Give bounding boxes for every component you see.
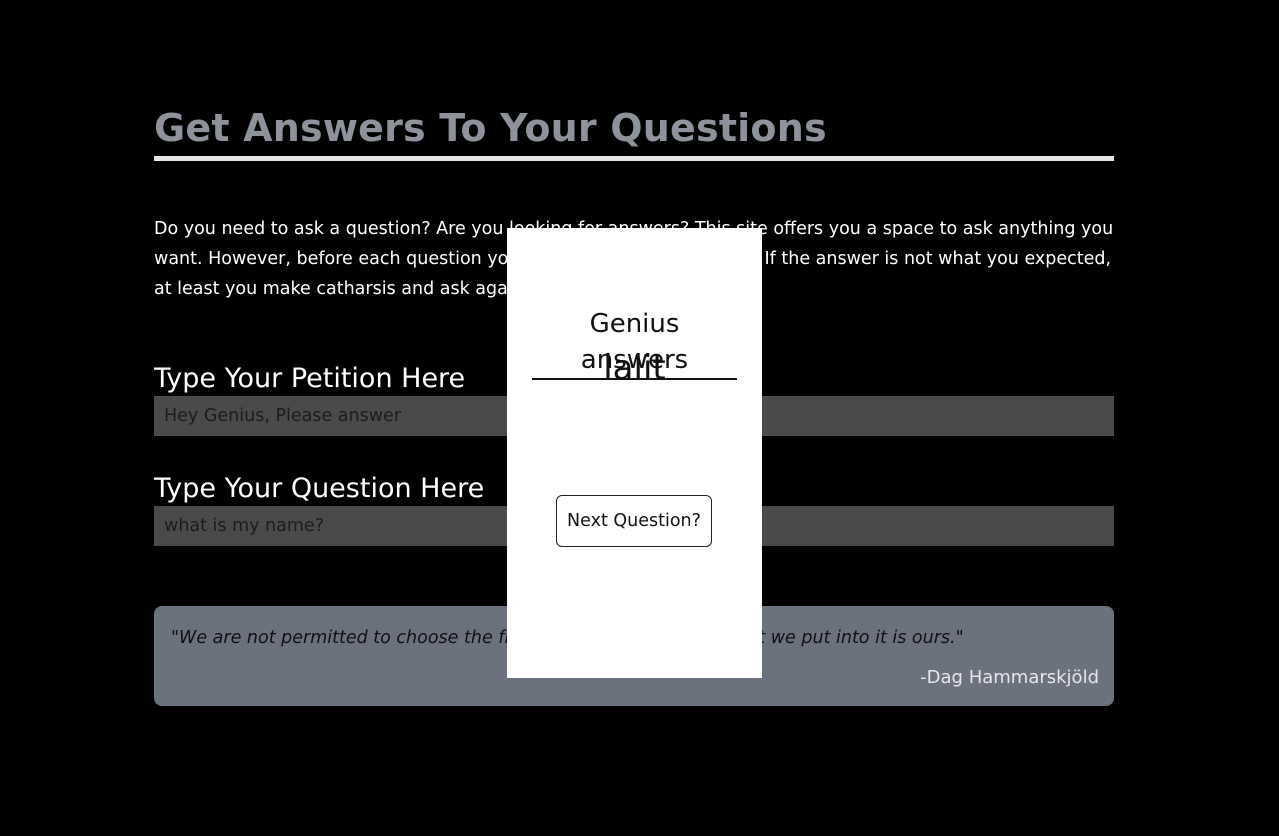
page: Get Answers To Your Questions Do you nee… (0, 0, 1279, 836)
answer-modal: Genius answers lalit Next Question? (507, 228, 762, 678)
next-question-button[interactable]: Next Question? (556, 495, 712, 547)
page-title: Get Answers To Your Questions (154, 106, 827, 150)
modal-answer: lalit (603, 348, 666, 388)
title-underline (154, 156, 1114, 161)
